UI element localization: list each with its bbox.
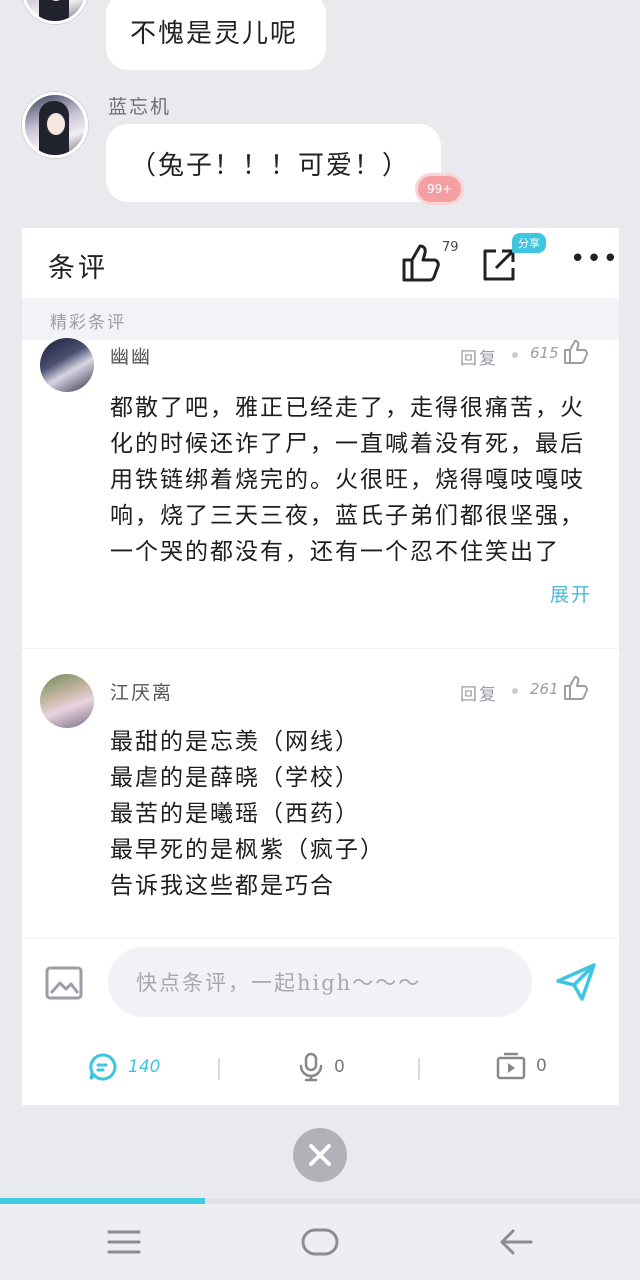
message-bubble[interactable]: （兔子！！！可爱！）	[106, 124, 441, 202]
more-icon[interactable]: •••	[570, 244, 619, 274]
reply-button[interactable]: 回复	[460, 344, 498, 369]
video-count: 0	[536, 1056, 547, 1076]
image-icon[interactable]	[44, 965, 84, 1001]
message-text: 不愧是灵儿呢	[130, 18, 299, 49]
like-count: 79	[442, 240, 459, 255]
comment-item: 幽幽 回复 615 都散了吧，雅正已经走了，走得很痛苦，火 化的时候还诈了尸，一…	[22, 338, 619, 650]
video-count-stat[interactable]: 0	[496, 1052, 547, 1080]
section-label: 精彩条评	[50, 313, 126, 333]
comment-line: 响，烧了三天三夜，蓝氏子弟们都很坚强，	[110, 503, 585, 529]
divider	[418, 1058, 420, 1080]
avatar[interactable]	[22, 0, 88, 24]
like-icon[interactable]	[562, 338, 590, 366]
input-placeholder: 快点条评，一起high～～～	[136, 971, 422, 995]
comment-line: 都散了吧，雅正已经走了，走得很痛苦，火	[110, 395, 585, 421]
comment-item: 江厌离 回复 261 最甜的是忘羡（网线） 最虐的是薛晓（学校） 最苦的是曦瑶（…	[22, 674, 619, 934]
home-icon[interactable]	[300, 1226, 340, 1258]
video-icon	[496, 1052, 526, 1080]
comment-panel: 条评 79 分享 ••• 精彩条评 幽幽 回复 615 都散了吧，雅正已经走了，…	[22, 228, 619, 1105]
comment-text: 最甜的是忘羡（网线） 最虐的是薛晓（学校） 最苦的是曦瑶（西药） 最早死的是枫紫…	[110, 724, 592, 904]
comment-line: 化的时候还诈了尸，一直喊着没有死，最后	[110, 431, 585, 457]
comment-line: 用铁链绑着烧完的。火很旺，烧得嘎吱嘎吱	[110, 467, 585, 493]
sender-name: 蓝忘机	[108, 96, 172, 118]
close-button[interactable]	[293, 1128, 347, 1182]
expand-link[interactable]: 展开	[550, 580, 592, 607]
divider	[22, 648, 619, 649]
voice-count-stat[interactable]: 0	[298, 1052, 345, 1082]
share-badge[interactable]: 分享	[512, 233, 546, 253]
chat-message-2: 蓝忘机 （兔子！！！可爱！） 99+	[0, 90, 640, 220]
close-icon	[309, 1144, 331, 1166]
menu-icon[interactable]	[106, 1226, 142, 1258]
comment-username[interactable]: 幽幽	[110, 342, 152, 369]
voice-count: 0	[334, 1057, 345, 1077]
comment-line: 一个哭的都没有，还有一个忍不住笑出了	[110, 539, 560, 565]
panel-title: 条评	[48, 253, 108, 284]
like-icon[interactable]	[400, 242, 442, 284]
message-bubble[interactable]: 不愧是灵儿呢	[106, 0, 326, 70]
back-icon[interactable]	[498, 1226, 534, 1258]
divider	[218, 1058, 220, 1080]
comment-line: 最虐的是薛晓（学校）	[110, 765, 360, 791]
send-icon[interactable]	[554, 961, 598, 1003]
separator-dot	[512, 688, 518, 694]
stats-row: 140 0 0	[22, 1038, 619, 1098]
chat-message-1: 不愧是灵儿呢	[0, 0, 640, 80]
comment-count: 140	[128, 1057, 161, 1077]
comment-line: 最甜的是忘羡（网线）	[110, 729, 360, 755]
comment-text: 都散了吧，雅正已经走了，走得很痛苦，火 化的时候还诈了尸，一直喊着没有死，最后 …	[110, 390, 592, 570]
comment-line: 最苦的是曦瑶（西药）	[110, 801, 360, 827]
comment-username[interactable]: 江厌离	[110, 678, 173, 705]
comment-input-bar: 快点条评，一起high～～～	[22, 938, 619, 1038]
unread-badge[interactable]: 99+	[418, 176, 462, 202]
avatar[interactable]	[22, 92, 88, 158]
avatar[interactable]	[40, 338, 94, 392]
avatar[interactable]	[40, 674, 94, 728]
comment-like-count: 261	[530, 680, 559, 698]
separator-dot	[512, 352, 518, 358]
comment-input[interactable]: 快点条评，一起high～～～	[108, 947, 532, 1017]
section-bar: 精彩条评	[22, 298, 619, 340]
like-icon[interactable]	[562, 674, 590, 702]
comment-line: 告诉我这些都是巧合	[110, 873, 335, 899]
comment-icon	[89, 1053, 117, 1081]
comment-count-stat[interactable]: 140	[88, 1052, 160, 1082]
message-text: （兔子！！！可爱！）	[130, 150, 411, 181]
system-nav-bar	[0, 1204, 640, 1280]
comment-line: 最早死的是枫紫（疯子）	[110, 837, 385, 863]
comment-like-count: 615	[530, 344, 559, 362]
panel-header: 条评 79 分享 •••	[22, 228, 619, 298]
reply-button[interactable]: 回复	[460, 680, 498, 705]
microphone-icon	[299, 1052, 323, 1082]
